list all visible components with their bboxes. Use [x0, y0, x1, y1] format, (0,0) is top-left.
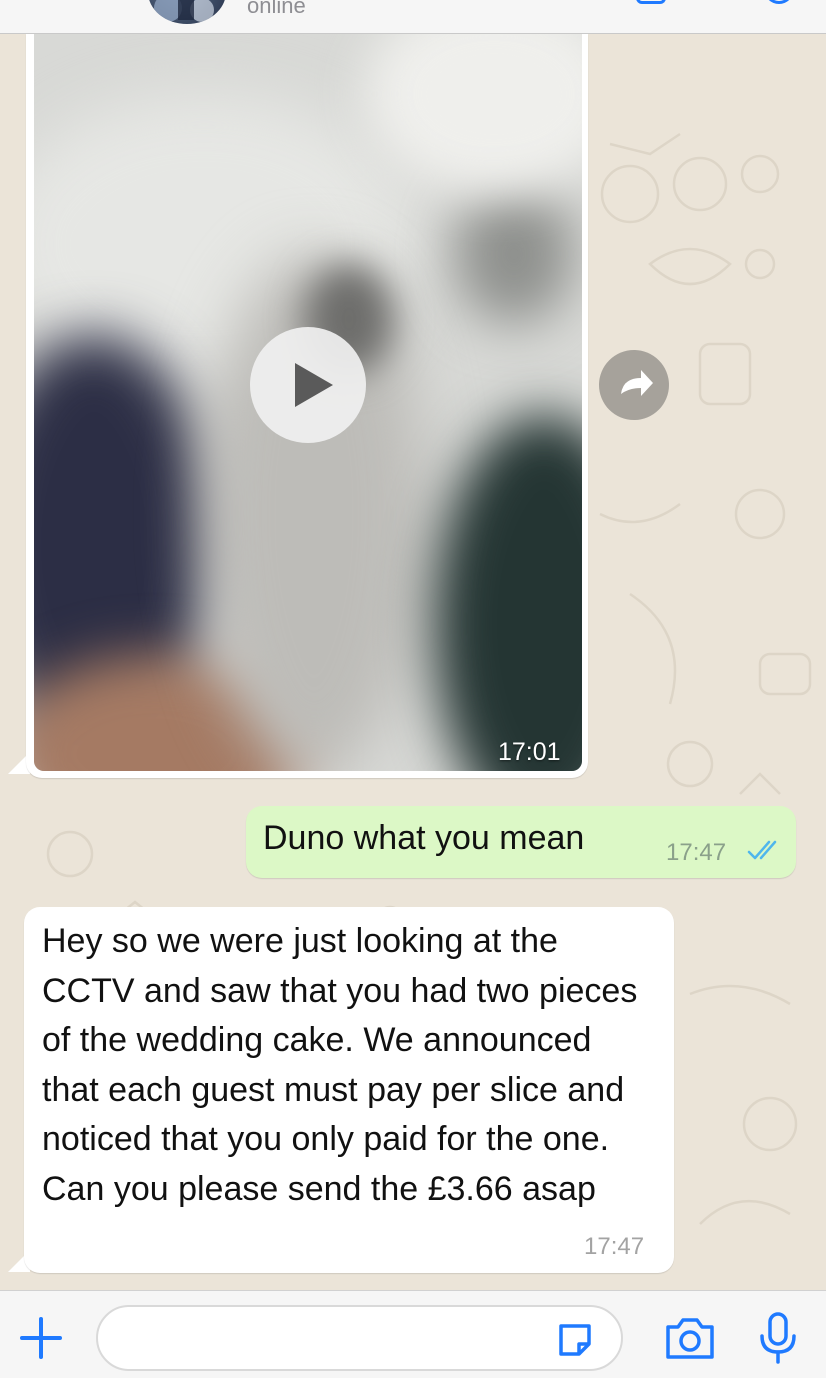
blur-region: [454, 184, 574, 324]
message-input[interactable]: [96, 1305, 623, 1371]
plus-icon[interactable]: [18, 1315, 64, 1361]
back-chevron-icon[interactable]: [10, 0, 38, 10]
message-time: 17:01: [498, 738, 561, 766]
camera-icon[interactable]: [662, 1313, 718, 1363]
forward-button[interactable]: [599, 350, 669, 420]
contact-status: online: [247, 0, 306, 18]
message-text: Duno what you mean: [263, 819, 585, 857]
chat-header: online: [0, 0, 826, 34]
phone-icon[interactable]: [764, 0, 794, 4]
video-call-icon[interactable]: [636, 0, 666, 4]
microphone-icon[interactable]: [756, 1310, 800, 1366]
forward-arrow-icon: [621, 370, 653, 396]
sticker-icon[interactable]: [553, 1318, 597, 1362]
message-text: Hey so we were just looking at the CCTV …: [42, 922, 638, 1208]
message-time: 17:47: [584, 1233, 645, 1260]
avatar[interactable]: [148, 0, 226, 24]
play-button[interactable]: [250, 327, 366, 443]
read-receipt-icon: [745, 838, 785, 864]
blur-region: [434, 414, 582, 771]
play-icon: [295, 363, 333, 407]
message-time: 17:47: [666, 839, 727, 866]
blur-region: [364, 34, 582, 194]
